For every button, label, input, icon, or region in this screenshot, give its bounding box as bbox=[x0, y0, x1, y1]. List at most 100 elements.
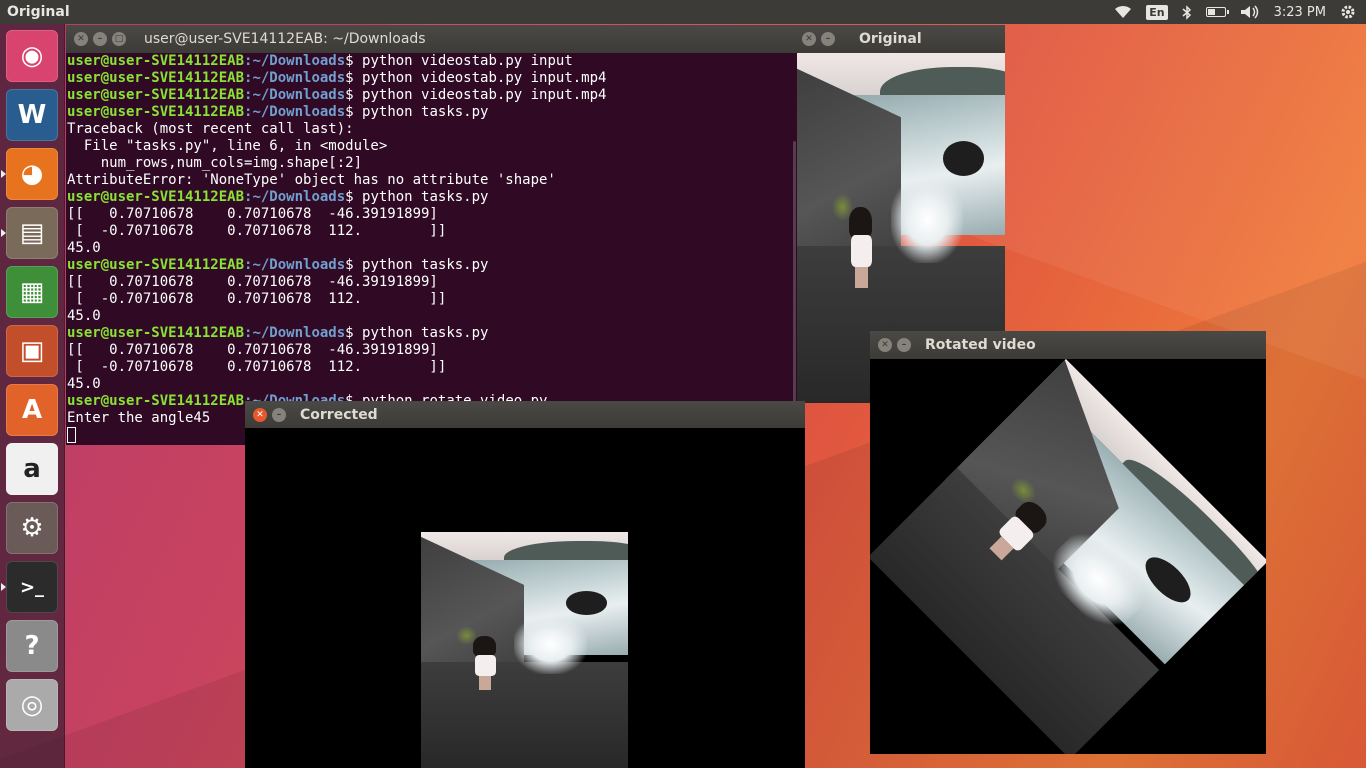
prompt-user: user@user-SVE14112EAB bbox=[67, 393, 245, 409]
system-settings-glyph: ⚙ bbox=[20, 513, 44, 543]
libreoffice-writer-icon[interactable]: W bbox=[6, 89, 58, 141]
keyboard-layout-indicator[interactable]: En bbox=[1146, 4, 1168, 20]
terminal-line: [ -0.70710678 0.70710678 112. ]] bbox=[67, 359, 447, 375]
prompt-path: :~/Downloads bbox=[244, 53, 346, 69]
files-glyph: ▤ bbox=[19, 218, 45, 248]
terminal-glyph: >_ bbox=[19, 576, 45, 598]
terminal-line: num_rows,num_cols=img.shape[:2] bbox=[67, 155, 363, 171]
window-title: Original bbox=[859, 31, 922, 47]
terminal-line: 45.0 bbox=[67, 308, 101, 324]
terminal-line: [[ 0.70710678 0.70710678 -46.39191899] bbox=[67, 274, 438, 290]
ubuntu-dash-glyph: ◉ bbox=[20, 41, 44, 71]
libreoffice-impress-glyph: ▣ bbox=[19, 336, 45, 366]
volume-icon[interactable] bbox=[1240, 5, 1260, 19]
terminal-line: [ -0.70710678 0.70710678 112. ]] bbox=[67, 223, 447, 239]
window-title: Rotated video bbox=[925, 337, 1036, 353]
prompt-path: :~/Downloads bbox=[244, 70, 346, 86]
language-badge: En bbox=[1146, 4, 1168, 20]
terminal-line: [[ 0.70710678 0.70710678 -46.39191899] bbox=[67, 206, 438, 222]
command-text: $ python tasks.py bbox=[345, 104, 489, 120]
prompt-user: user@user-SVE14112EAB bbox=[67, 189, 245, 205]
minimize-icon[interactable]: – bbox=[821, 32, 835, 46]
bluetooth-icon[interactable] bbox=[1182, 4, 1192, 20]
original-titlebar[interactable]: ✕ – Original bbox=[797, 25, 1005, 53]
terminal-line: user@user-SVE14112EAB:~/Downloads$ pytho… bbox=[67, 257, 797, 274]
prompt-path: :~/Downloads bbox=[244, 104, 346, 120]
settings-gear-icon[interactable] bbox=[1340, 4, 1356, 20]
command-text: $ python tasks.py bbox=[345, 189, 489, 205]
command-text: $ python videostab.py input bbox=[345, 53, 573, 69]
close-icon[interactable]: ✕ bbox=[253, 407, 267, 422]
terminal-line: user@user-SVE14112EAB:~/Downloads$ pytho… bbox=[67, 104, 797, 121]
libreoffice-calc-icon[interactable]: ▦ bbox=[6, 266, 58, 318]
amazon-icon[interactable]: a bbox=[6, 443, 58, 495]
minimize-icon[interactable]: – bbox=[93, 32, 107, 46]
running-indicator bbox=[1, 170, 6, 178]
prompt-path: :~/Downloads bbox=[244, 325, 346, 341]
prompt-user: user@user-SVE14112EAB bbox=[67, 325, 245, 341]
terminal-window[interactable]: ✕ – □ user@user-SVE14112EAB: ~/Downloads… bbox=[66, 25, 797, 445]
window-title: user@user-SVE14112EAB: ~/Downloads bbox=[144, 31, 426, 47]
terminal-line: [ -0.70710678 0.70710678 112. ]] bbox=[67, 291, 447, 307]
rotated-video-canvas bbox=[870, 359, 1266, 754]
maximize-icon[interactable]: □ bbox=[112, 32, 126, 46]
prompt-user: user@user-SVE14112EAB bbox=[67, 87, 245, 103]
terminal-output[interactable]: user@user-SVE14112EAB:~/Downloads$ pytho… bbox=[66, 53, 797, 445]
help-glyph: ? bbox=[24, 631, 40, 661]
ubuntu-software-icon[interactable]: A bbox=[6, 384, 58, 436]
terminal-line: 45.0 bbox=[67, 240, 101, 256]
ubuntu-software-glyph: A bbox=[21, 395, 43, 425]
rotated-titlebar[interactable]: ✕ – Rotated video bbox=[870, 331, 1266, 359]
files-icon[interactable]: ▤ bbox=[6, 207, 58, 259]
firefox-glyph: ◕ bbox=[20, 159, 44, 189]
terminal-scrollbar[interactable] bbox=[793, 53, 797, 445]
command-text: $ python videostab.py input.mp4 bbox=[345, 87, 607, 103]
prompt-path: :~/Downloads bbox=[244, 189, 346, 205]
prompt-user: user@user-SVE14112EAB bbox=[67, 70, 245, 86]
indicator-area: En 3:23 PM bbox=[1114, 4, 1366, 20]
dvd-drive-glyph: ◎ bbox=[20, 690, 44, 720]
prompt-user: user@user-SVE14112EAB bbox=[67, 104, 245, 120]
minimize-icon[interactable]: – bbox=[272, 407, 286, 422]
help-icon[interactable]: ? bbox=[6, 620, 58, 672]
system-settings-icon[interactable]: ⚙ bbox=[6, 502, 58, 554]
terminal-line: AttributeError: 'NoneType' object has no… bbox=[67, 172, 556, 188]
corrected-video-frame bbox=[421, 532, 628, 768]
command-text: $ python tasks.py bbox=[345, 257, 489, 273]
libreoffice-writer-glyph: W bbox=[17, 100, 47, 130]
terminal-line: user@user-SVE14112EAB:~/Downloads$ pytho… bbox=[67, 189, 797, 206]
minimize-icon[interactable]: – bbox=[897, 338, 911, 352]
active-app-title: Original bbox=[7, 4, 70, 20]
terminal-titlebar[interactable]: ✕ – □ user@user-SVE14112EAB: ~/Downloads bbox=[66, 25, 797, 53]
firefox-icon[interactable]: ◕ bbox=[6, 148, 58, 200]
corrected-titlebar[interactable]: ✕ – Corrected bbox=[245, 401, 805, 428]
dvd-drive-icon[interactable]: ◎ bbox=[6, 679, 58, 731]
scrollbar-thumb[interactable] bbox=[793, 141, 796, 445]
terminal-icon[interactable]: >_ bbox=[6, 561, 58, 613]
terminal-line: user@user-SVE14112EAB:~/Downloads$ pytho… bbox=[67, 87, 797, 104]
wifi-icon[interactable] bbox=[1114, 5, 1132, 19]
prompt-path: :~/Downloads bbox=[244, 257, 346, 273]
clock[interactable]: 3:23 PM bbox=[1274, 5, 1326, 20]
ubuntu-dash-icon[interactable]: ◉ bbox=[6, 30, 58, 82]
unity-launcher: ◉ W ◕ ▤ ▦ ▣ Aa ⚙ >_? ◎ bbox=[0, 24, 65, 768]
prompt-user: user@user-SVE14112EAB bbox=[67, 53, 245, 69]
close-icon[interactable]: ✕ bbox=[74, 32, 88, 46]
libreoffice-impress-icon[interactable]: ▣ bbox=[6, 325, 58, 377]
corrected-video-canvas bbox=[245, 428, 805, 768]
battery-icon[interactable] bbox=[1205, 7, 1229, 17]
corrected-video-window[interactable]: ✕ – Corrected bbox=[245, 401, 805, 768]
window-title: Corrected bbox=[300, 406, 378, 423]
battery-level-fill bbox=[1207, 9, 1215, 15]
top-panel: Original En 3:23 PM bbox=[0, 0, 1366, 24]
close-icon[interactable]: ✕ bbox=[802, 32, 816, 46]
close-icon[interactable]: ✕ bbox=[878, 338, 892, 352]
terminal-line: user@user-SVE14112EAB:~/Downloads$ pytho… bbox=[67, 325, 797, 342]
libreoffice-calc-glyph: ▦ bbox=[19, 277, 45, 307]
terminal-line: user@user-SVE14112EAB:~/Downloads$ pytho… bbox=[67, 70, 797, 87]
rotated-video-window[interactable]: ✕ – Rotated video bbox=[870, 331, 1266, 754]
terminal-line: user@user-SVE14112EAB:~/Downloads$ pytho… bbox=[67, 53, 797, 70]
running-indicator bbox=[1, 583, 6, 591]
terminal-line: Traceback (most recent call last): bbox=[67, 121, 354, 137]
command-text: $ python tasks.py bbox=[345, 325, 489, 341]
